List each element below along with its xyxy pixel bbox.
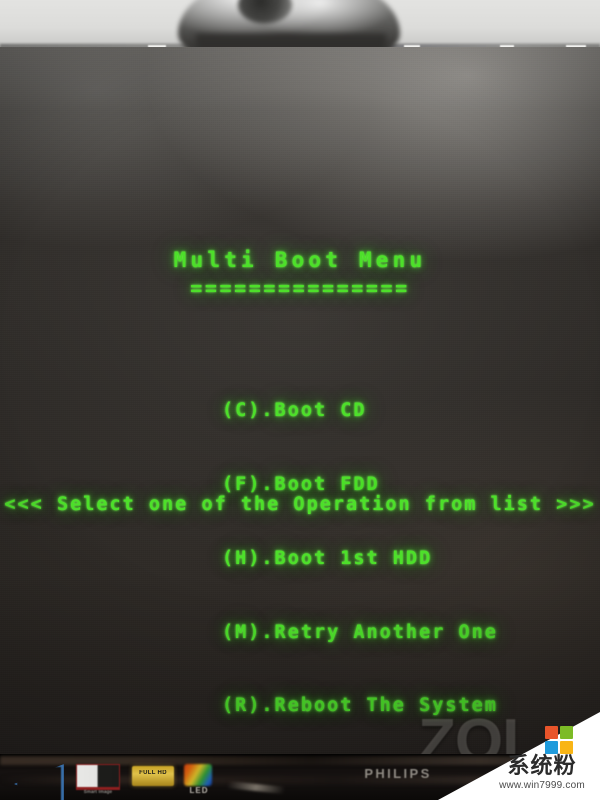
boot-option-cd[interactable]: (C).Boot CD xyxy=(222,399,498,424)
boot-option-retry[interactable]: (M).Retry Another One xyxy=(222,621,498,646)
title-underline-rule: =============== xyxy=(190,276,410,300)
smart-image-sticker-label: Smart Image xyxy=(83,789,113,794)
boot-option-list: (C).Boot CD (F).Boot FDD (H).Boot 1st HD… xyxy=(222,350,498,768)
boot-option-hdd[interactable]: (H).Boot 1st HDD xyxy=(222,547,498,572)
full-hd-sticker-label: FULL HD xyxy=(139,770,167,776)
brand-label: PHILIPS xyxy=(364,766,432,781)
bios-boot-menu: Multi Boot Menu =============== (C).Boot… xyxy=(0,47,600,754)
led-sticker-label: LED xyxy=(189,786,209,795)
full-hd-sticker xyxy=(132,766,174,786)
page-title: Multi Boot Menu xyxy=(173,248,427,272)
boot-option-reboot[interactable]: (R).Reboot The System xyxy=(222,694,498,719)
photo-of-monitor: Multi Boot Menu =============== (C).Boot… xyxy=(0,0,600,800)
monitor-screen: Multi Boot Menu =============== (C).Boot… xyxy=(0,47,600,754)
selection-prompt: <<< Select one of the Operation from lis… xyxy=(4,494,596,515)
led-sticker xyxy=(184,764,212,786)
smart-image-sticker xyxy=(76,764,120,788)
